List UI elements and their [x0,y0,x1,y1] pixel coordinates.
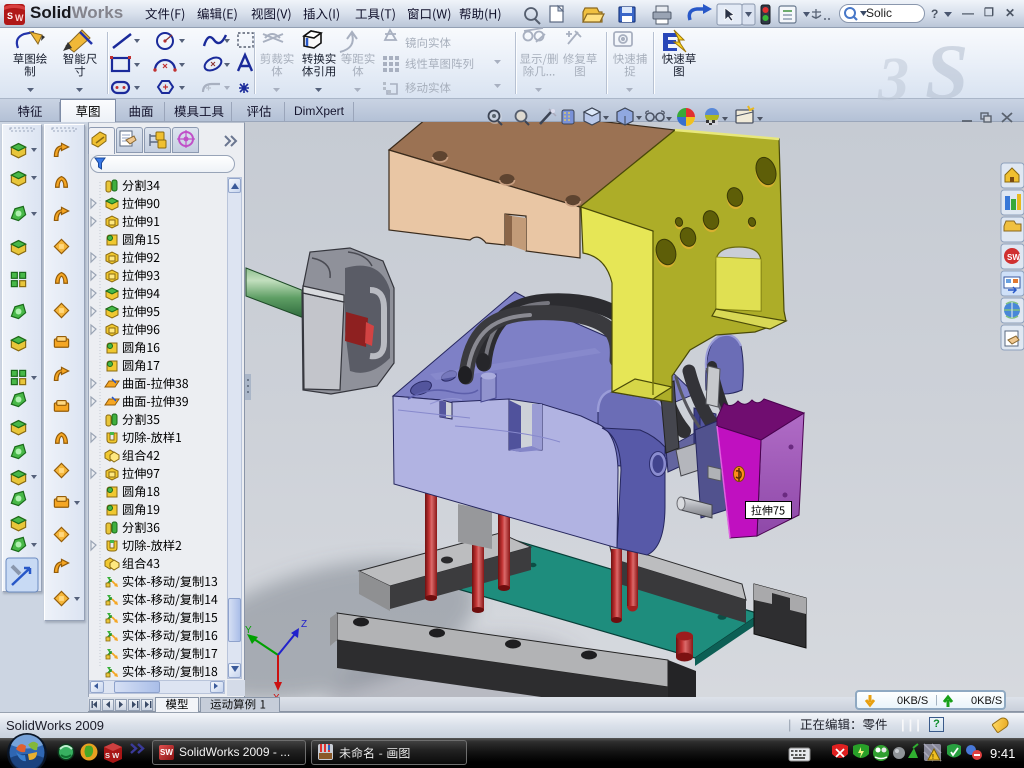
svg-text:Y: Y [245,625,252,636]
svg-text:Z: Z [301,619,307,630]
